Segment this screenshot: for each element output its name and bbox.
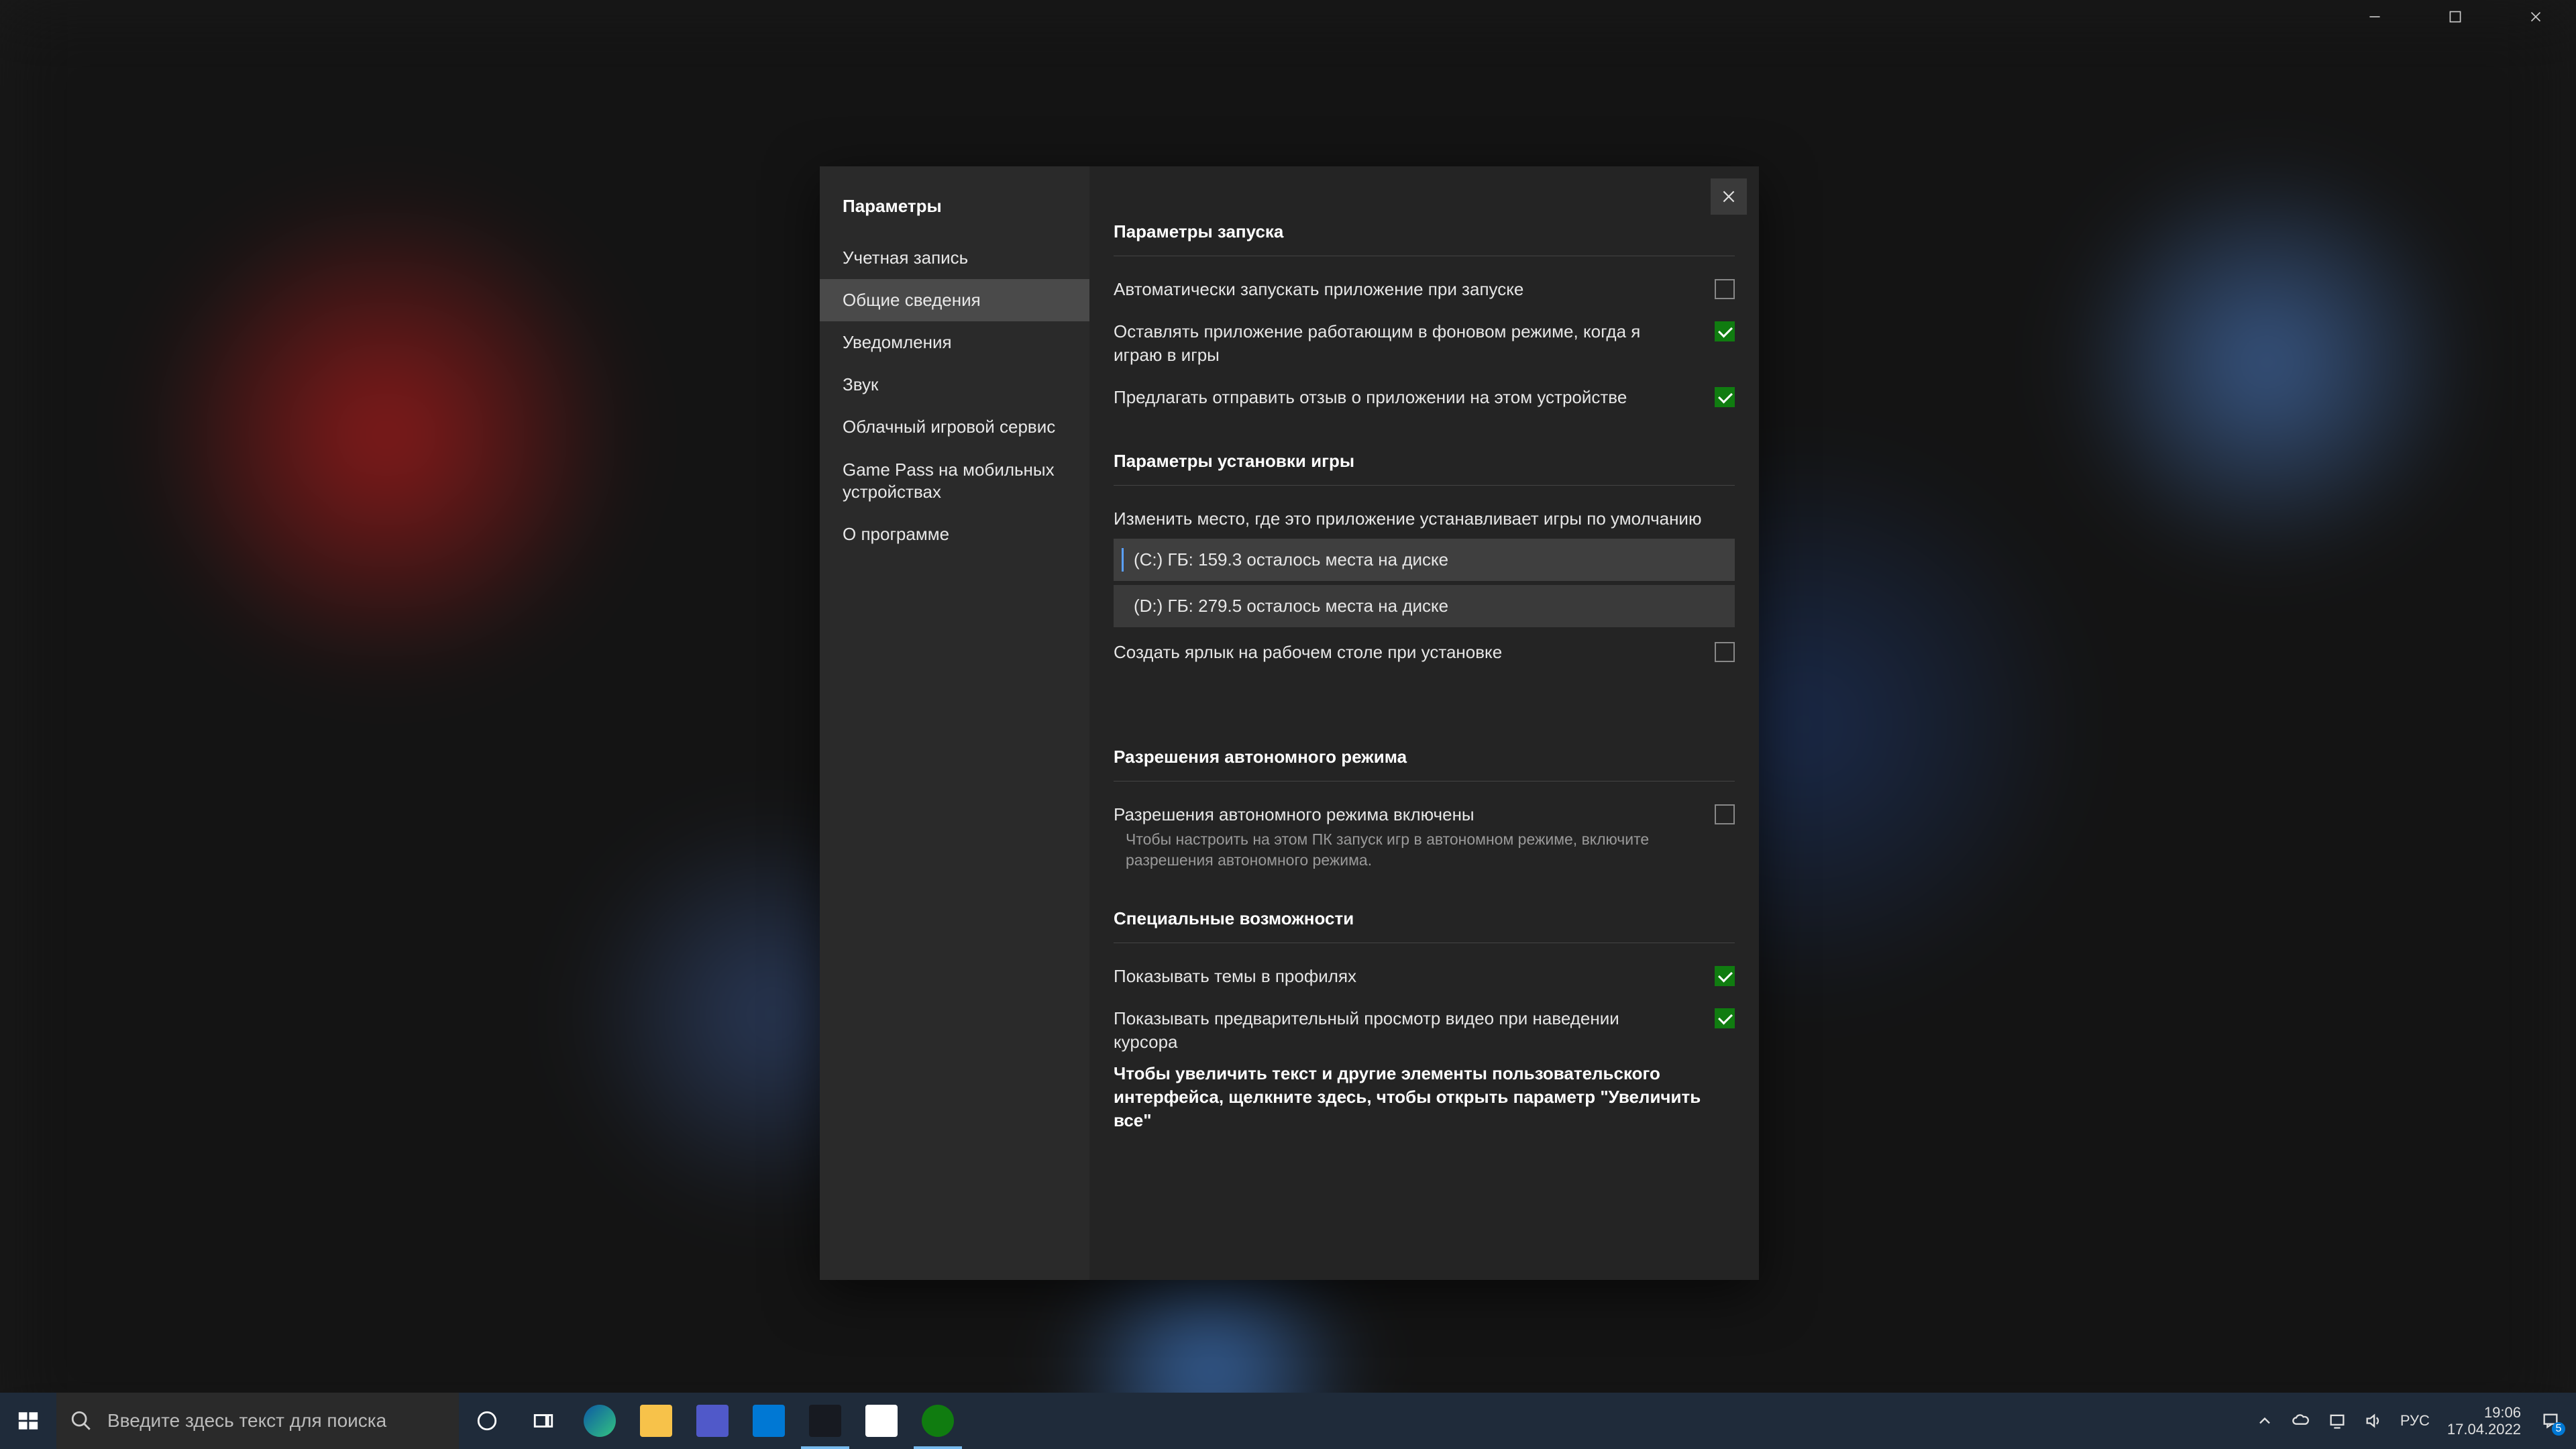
section-install-header: Параметры установки игры [1114, 419, 1735, 486]
setting-label: Предлагать отправить отзыв о приложении … [1114, 386, 1688, 409]
section-accessibility-header: Специальные возможности [1114, 876, 1735, 943]
setting-label: Показывать предварительный просмотр виде… [1114, 1007, 1688, 1054]
close-window-button[interactable] [2496, 0, 2576, 34]
setting-label: Изменить место, где это приложение устан… [1114, 507, 1735, 531]
setting-offline-enabled: Разрешения автономного режима включены [1114, 794, 1735, 828]
taskbar-edge[interactable] [572, 1393, 628, 1449]
nav-general[interactable]: Общие сведения [820, 279, 1089, 321]
taskbar-cortana[interactable] [459, 1393, 515, 1449]
checkbox-show-themes[interactable] [1715, 966, 1735, 986]
tray-time: 19:06 [2447, 1404, 2521, 1421]
setting-feedback: Предлагать отправить отзыв о приложении … [1114, 376, 1735, 419]
setting-auto-start: Автоматически запускать приложение при з… [1114, 268, 1735, 311]
search-icon [70, 1409, 93, 1432]
start-button[interactable] [0, 1393, 56, 1449]
tray-volume-icon[interactable] [2364, 1411, 2383, 1430]
search-placeholder: Введите здесь текст для поиска [107, 1410, 386, 1432]
nav-about[interactable]: О программе [820, 513, 1089, 555]
tray-onedrive-icon[interactable] [2292, 1411, 2310, 1430]
tray-notifications[interactable]: 5 [2538, 1409, 2563, 1433]
nav-account[interactable]: Учетная запись [820, 237, 1089, 279]
setting-label: Автоматически запускать приложение при з… [1114, 278, 1688, 301]
settings-sidebar: Параметры Учетная запись Общие сведения … [820, 166, 1089, 1280]
taskbar-steam[interactable] [797, 1393, 853, 1449]
setting-show-themes: Показывать темы в профилях [1114, 955, 1735, 998]
setting-video-preview: Показывать предварительный просмотр виде… [1114, 998, 1735, 1057]
settings-main: Параметры запуска Автоматически запускат… [1089, 166, 1759, 1280]
setting-label: Оставлять приложение работающим в фоново… [1114, 320, 1688, 367]
nav-notifications[interactable]: Уведомления [820, 321, 1089, 364]
nav-gamepass-mobile[interactable]: Game Pass на мобильных устройствах [820, 448, 1089, 513]
section-launch-header: Параметры запуска [1114, 189, 1735, 256]
checkbox-video-preview[interactable] [1715, 1008, 1735, 1028]
tray-chevron-up-icon[interactable] [2255, 1411, 2274, 1430]
taskbar-teams[interactable] [684, 1393, 741, 1449]
tray-date: 17.04.2022 [2447, 1421, 2521, 1438]
setting-label: Создать ярлык на рабочем столе при устан… [1114, 641, 1688, 664]
settings-title: Параметры [820, 186, 1089, 237]
checkbox-auto-start[interactable] [1715, 279, 1735, 299]
taskbar: Введите здесь текст для поиска РУС 19:06… [0, 1393, 2576, 1449]
nav-sound[interactable]: Звук [820, 364, 1089, 406]
minimize-button[interactable] [2334, 0, 2415, 34]
maximize-button[interactable] [2415, 0, 2496, 34]
taskbar-xbox[interactable] [910, 1393, 966, 1449]
search-box[interactable]: Введите здесь текст для поиска [56, 1393, 459, 1449]
setting-desktop-shortcut: Создать ярлык на рабочем столе при устан… [1114, 631, 1735, 674]
taskbar-store[interactable] [853, 1393, 910, 1449]
taskbar-task-view[interactable] [515, 1393, 572, 1449]
taskbar-file-explorer[interactable] [628, 1393, 684, 1449]
setting-install-location: Изменить место, где это приложение устан… [1114, 498, 1735, 535]
windows-icon [17, 1409, 40, 1432]
checkbox-feedback[interactable] [1715, 387, 1735, 407]
offline-hint: Чтобы настроить на этом ПК запуск игр в … [1114, 828, 1735, 876]
setting-keep-background: Оставлять приложение работающим в фоново… [1114, 311, 1735, 376]
zoom-hint-link[interactable]: Чтобы увеличить текст и другие элементы … [1114, 1057, 1735, 1132]
drive-option-d[interactable]: (D:) ГБ: 279.5 осталось места на диске [1114, 585, 1735, 627]
tray-network-icon[interactable] [2328, 1411, 2347, 1430]
settings-dialog: Параметры Учетная запись Общие сведения … [820, 166, 1759, 1280]
setting-label: Разрешения автономного режима включены [1114, 803, 1688, 826]
task-icons [459, 1393, 966, 1449]
notification-count: 5 [2552, 1422, 2565, 1436]
tray-datetime[interactable]: 19:06 17.04.2022 [2447, 1404, 2521, 1438]
tray-language[interactable]: РУС [2400, 1412, 2430, 1430]
checkbox-desktop-shortcut[interactable] [1715, 642, 1735, 662]
checkbox-offline-enabled[interactable] [1715, 804, 1735, 824]
window-controls [2334, 0, 2576, 34]
nav-cloud-gaming[interactable]: Облачный игровой сервис [820, 406, 1089, 448]
checkbox-keep-background[interactable] [1715, 321, 1735, 341]
close-dialog-button[interactable] [1711, 178, 1747, 215]
section-offline-header: Разрешения автономного режима [1114, 714, 1735, 782]
taskbar-mail[interactable] [741, 1393, 797, 1449]
system-tray: РУС 19:06 17.04.2022 5 [2242, 1393, 2576, 1449]
drive-option-c[interactable]: (C:) ГБ: 159.3 осталось места на диске [1114, 539, 1735, 581]
setting-label: Показывать темы в профилях [1114, 965, 1688, 988]
